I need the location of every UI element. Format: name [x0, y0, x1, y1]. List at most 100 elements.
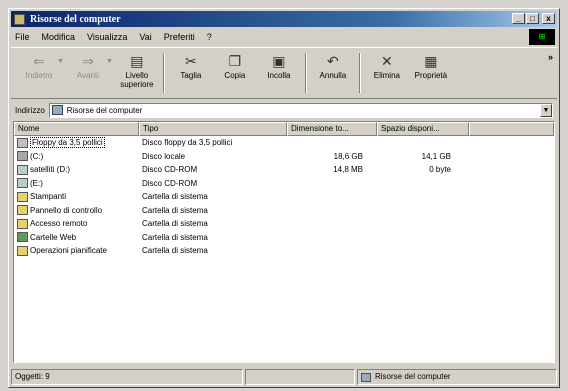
column-header-spazio[interactable]: Spazio disponi...: [377, 122, 469, 136]
toolbar-separator: [162, 53, 165, 93]
list-item[interactable]: Operazioni pianificate Cartella di siste…: [14, 244, 554, 258]
address-label: Indirizzo: [15, 105, 45, 115]
item-name: Cartelle Web: [30, 232, 77, 242]
windows-logo-icon: ⊞: [529, 29, 555, 45]
item-type: Cartella di sistema: [142, 219, 208, 229]
back-label: Indietro: [25, 71, 53, 80]
up-button[interactable]: ▤ Livello superiore: [115, 48, 159, 98]
scheduled-tasks-icon: [17, 245, 28, 256]
title-bar[interactable]: Risorse del computer _ □ x: [11, 11, 557, 27]
item-name: (E:): [30, 178, 43, 188]
delete-x-icon: ✕: [381, 52, 393, 69]
toolbar-separator: [358, 53, 361, 93]
toolbar-more-button[interactable]: »: [548, 52, 553, 62]
item-size: 18,6 GB: [333, 151, 363, 161]
copy-icon: ❐: [228, 52, 242, 69]
address-dropdown-icon[interactable]: ▼: [540, 103, 552, 117]
remote-access-icon: [17, 218, 28, 229]
menu-help[interactable]: ?: [207, 32, 212, 42]
list-item[interactable]: Pannello di controllo Cartella di sistem…: [14, 204, 554, 218]
properties-icon: ▦: [424, 52, 438, 69]
back-button[interactable]: ⇐ Indietro: [17, 48, 61, 98]
status-empty-panel: [245, 369, 355, 385]
copy-button[interactable]: ❐ Copia: [213, 48, 257, 98]
forward-arrow-icon: ⇒: [82, 52, 94, 69]
address-bar: Indirizzo Risorse del computer ▼: [11, 101, 557, 119]
back-dropdown-icon[interactable]: ▼: [57, 58, 64, 98]
close-button[interactable]: x: [542, 13, 555, 24]
toolbar-separator: [304, 53, 307, 93]
properties-label: Proprietà: [414, 71, 448, 80]
item-type: Disco locale: [142, 151, 186, 161]
address-value: Risorse del computer: [66, 105, 143, 115]
menu-bar: File Modifica Visualizza Vai Preferiti ?…: [11, 29, 557, 45]
column-header-empty: [469, 122, 554, 136]
delete-button[interactable]: ✕ Elimina: [365, 48, 409, 98]
paste-button[interactable]: ▣ Incolla: [257, 48, 301, 98]
item-type: Disco CD-ROM: [142, 178, 198, 188]
window-controls: _ □ x: [512, 13, 555, 24]
list-item[interactable]: (C:) Disco locale 18,6 GB 14,1 GB: [14, 150, 554, 164]
copy-label: Copia: [224, 71, 246, 80]
item-name: Floppy da 3,5 pollici: [30, 137, 105, 149]
status-location: Risorse del computer: [357, 369, 557, 385]
list-item[interactable]: Floppy da 3,5 pollici Disco floppy da 3,…: [14, 136, 554, 150]
item-type: Disco CD-ROM: [142, 165, 198, 175]
item-type: Cartella di sistema: [142, 205, 208, 215]
item-type: Cartella di sistema: [142, 246, 208, 256]
list-item[interactable]: Accesso remoto Cartella di sistema: [14, 217, 554, 231]
cut-button[interactable]: ✂ Taglia: [169, 48, 213, 98]
cdrom-drive-icon: [17, 178, 28, 189]
status-object-count: Oggetti: 9: [11, 369, 243, 385]
my-computer-icon: [361, 372, 371, 382]
up-label: Livello superiore: [120, 71, 154, 89]
item-type: Disco floppy da 3,5 pollici: [142, 138, 233, 148]
list-item[interactable]: Stampanti Cartella di sistema: [14, 190, 554, 204]
item-name: satelliti (D:): [30, 165, 71, 175]
floppy-drive-icon: [17, 137, 28, 148]
scissors-icon: ✂: [185, 52, 197, 69]
up-folder-icon: ▤: [130, 52, 144, 69]
column-header-tipo[interactable]: Tipo: [139, 122, 287, 136]
paste-label: Incolla: [267, 71, 291, 80]
undo-button[interactable]: ↶ Annulla: [311, 48, 355, 98]
column-header-nome[interactable]: Nome: [14, 122, 139, 136]
menu-file[interactable]: File: [15, 32, 30, 42]
undo-label: Annulla: [319, 71, 347, 80]
cdrom-drive-icon: [17, 164, 28, 175]
file-list[interactable]: Nome Tipo Dimensione to... Spazio dispon…: [13, 121, 555, 363]
column-header-dimensione[interactable]: Dimensione to...: [287, 122, 377, 136]
forward-button[interactable]: ⇒ Avanti: [66, 48, 110, 98]
cut-label: Taglia: [180, 71, 202, 80]
item-free: 0 byte: [429, 165, 451, 175]
my-computer-icon: [14, 13, 25, 25]
forward-dropdown-icon[interactable]: ▼: [106, 58, 113, 98]
address-field[interactable]: Risorse del computer ▼: [48, 102, 553, 118]
window-title: Risorse del computer: [30, 13, 121, 25]
list-item[interactable]: satelliti (D:) Disco CD-ROM 14,8 MB 0 by…: [14, 163, 554, 177]
menu-modifica[interactable]: Modifica: [42, 32, 76, 42]
explorer-window: Risorse del computer _ □ x File Modifica…: [8, 8, 560, 388]
web-folders-icon: [17, 232, 28, 243]
item-type: Cartella di sistema: [142, 192, 208, 202]
menu-vai[interactable]: Vai: [139, 32, 151, 42]
column-headers: Nome Tipo Dimensione to... Spazio dispon…: [14, 122, 554, 136]
hard-drive-icon: [17, 151, 28, 162]
item-name: Accesso remoto: [30, 219, 88, 229]
minimize-button[interactable]: _: [512, 13, 525, 24]
properties-button[interactable]: ▦ Proprietà: [409, 48, 453, 98]
printers-folder-icon: [17, 191, 28, 202]
maximize-button[interactable]: □: [526, 13, 539, 24]
list-item[interactable]: (E:) Disco CD-ROM: [14, 177, 554, 191]
item-name: Operazioni pianificate: [30, 246, 107, 256]
list-item[interactable]: Cartelle Web Cartella di sistema: [14, 231, 554, 245]
delete-label: Elimina: [373, 71, 400, 80]
item-name: (C:): [30, 151, 44, 161]
menu-preferiti[interactable]: Preferiti: [164, 32, 195, 42]
standard-toolbar: ⇐ Indietro ▼ ⇒ Avanti ▼ ▤ Livello superi…: [11, 47, 557, 99]
undo-icon: ↶: [327, 52, 339, 69]
paste-icon: ▣: [272, 52, 286, 69]
menu-visualizza[interactable]: Visualizza: [87, 32, 127, 42]
item-type: Cartella di sistema: [142, 232, 208, 242]
item-size: 14,8 MB: [333, 165, 363, 175]
